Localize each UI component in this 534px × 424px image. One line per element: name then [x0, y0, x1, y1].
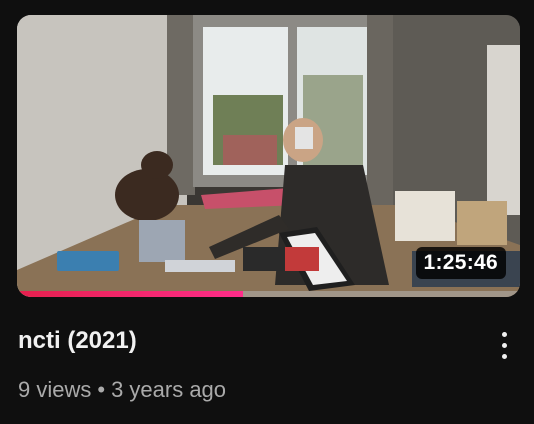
view-count: 9 views [18, 377, 92, 402]
duration-badge: 1:25:46 [415, 247, 506, 279]
video-metadata: 9 views • 3 years ago [18, 377, 226, 403]
video-card[interactable]: 1:25:46 ncti (2021) 9 views • 3 years ago [0, 0, 534, 424]
meta-separator: • [97, 377, 106, 402]
watch-progress-track [17, 291, 520, 297]
video-title[interactable]: ncti (2021) [18, 327, 137, 355]
video-thumbnail[interactable]: 1:25:46 [17, 15, 520, 297]
watch-progress-fill [17, 291, 244, 297]
more-vert-icon [501, 331, 507, 359]
upload-age: 3 years ago [111, 377, 227, 402]
more-actions-button[interactable] [488, 324, 520, 366]
